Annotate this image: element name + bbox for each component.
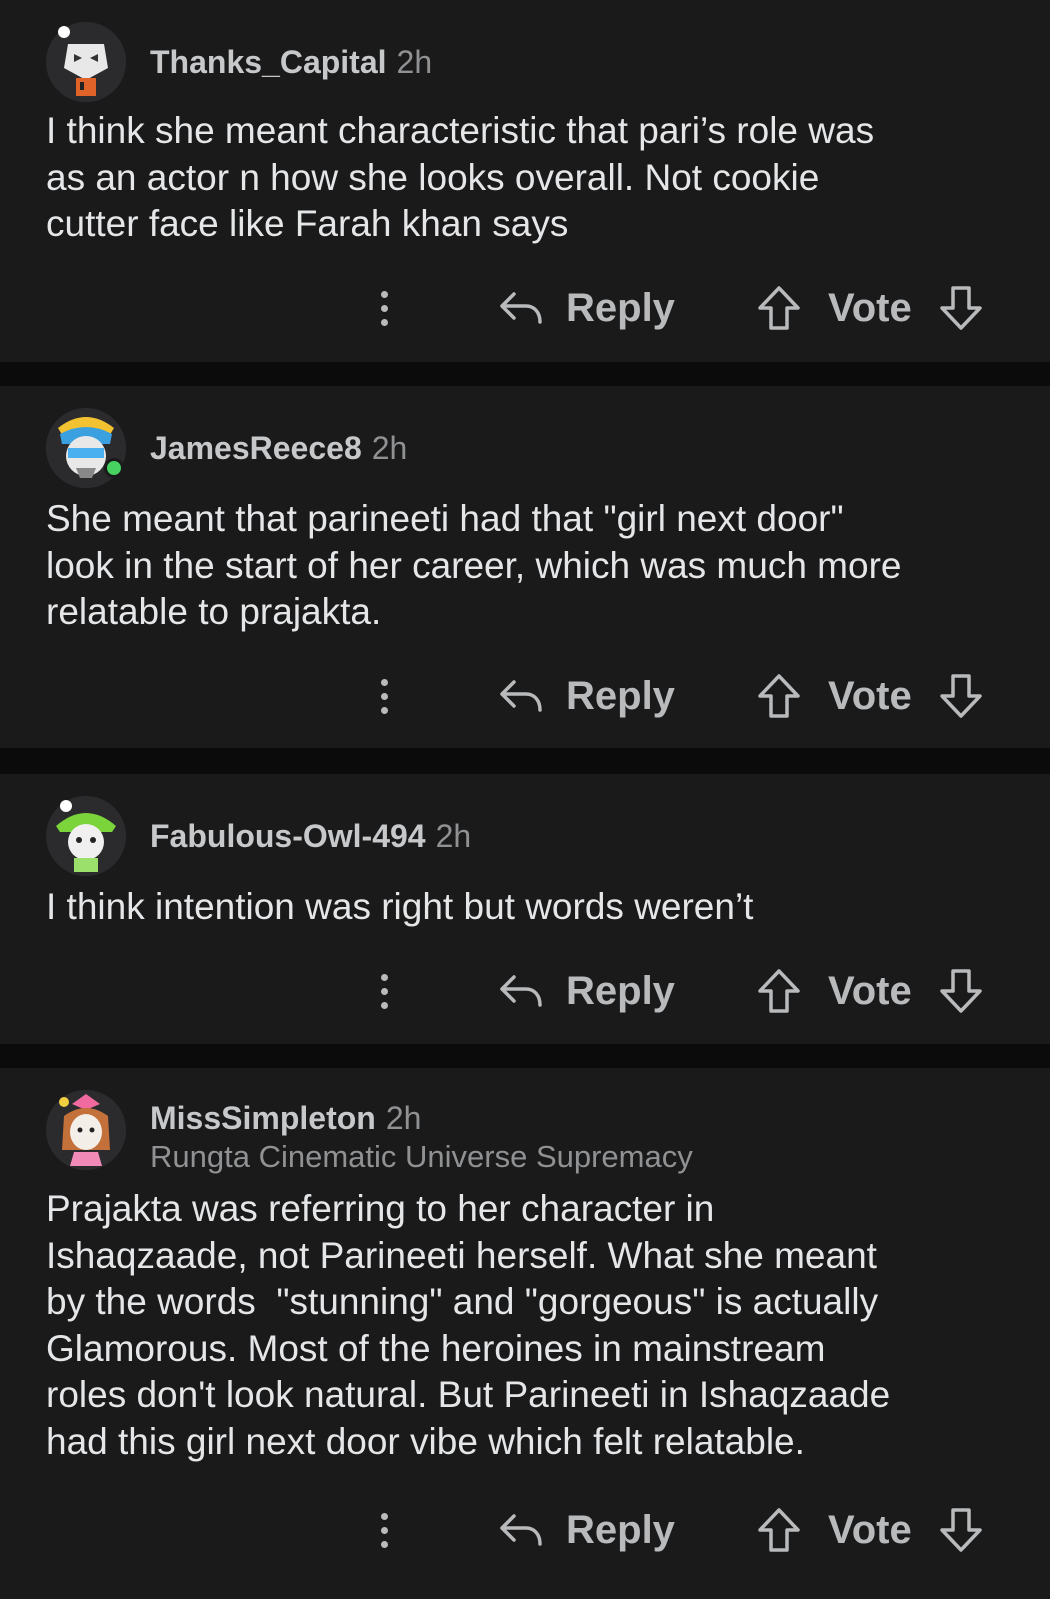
downvote-button[interactable] [938,967,984,1015]
reply-button[interactable]: Reply [498,666,675,726]
downvote-arrow-icon [939,969,982,1013]
comment-actions: Reply Vote [0,1500,1050,1560]
more-options-button[interactable] [366,278,402,338]
comment-actions: Reply Vote [0,278,1050,338]
username[interactable]: Thanks_Capital [150,44,387,80]
vote-group: Vote [756,1500,984,1560]
downvote-button[interactable] [938,672,984,720]
upvote-button[interactable] [756,967,802,1015]
comment-card: JamesReece8 2h She meant that parineeti h… [0,386,1050,748]
reply-label: Reply [566,1507,675,1552]
upvote-arrow-icon [758,286,800,330]
downvote-arrow-icon [939,1508,982,1552]
more-options-icon [380,678,388,686]
reply-arrow-icon [500,975,542,1007]
more-options-button[interactable] [366,666,402,726]
vote-group: Vote [756,278,984,338]
more-options-button[interactable] [366,1500,402,1560]
reply-button[interactable]: Reply [498,961,675,1021]
vote-count: Vote [828,968,912,1013]
more-options-icon [380,973,388,981]
comment-actions: Reply Vote [0,961,1050,1021]
comment-body: She meant that parineeti had that "girl … [46,498,902,632]
comment-card: MissSimpleton 2h Rungta Cinematic Univers… [0,1068,1050,1599]
reply-arrow-icon [500,1514,542,1546]
reply-arrow-icon [500,292,542,324]
reply-button[interactable]: Reply [498,278,675,338]
upvote-arrow-icon [758,969,800,1013]
timestamp: 2h [435,818,472,854]
timestamp: 2h [396,44,433,80]
reply-label: Reply [566,673,675,718]
upvote-arrow-icon [758,674,800,718]
avatar-image [46,1090,126,1170]
reply-arrow-icon [500,680,542,712]
more-options-icon [380,1512,388,1520]
downvote-arrow-icon [939,674,982,718]
username[interactable]: MissSimpleton [150,1100,376,1136]
comment-body: Prajakta was referring to her character … [46,1188,891,1462]
comment-body: I think intention was right but words we… [46,886,754,927]
upvote-button[interactable] [756,672,802,720]
more-options-icon [380,290,388,298]
comment-header: Fabulous-Owl-494 2h [46,796,471,876]
user-avatar[interactable] [46,796,126,876]
timestamp: 2h [385,1100,422,1136]
comment-card: Fabulous-Owl-494 2h I think intention was… [0,774,1050,1044]
avatar-image [46,22,126,102]
reply-label: Reply [566,285,675,330]
vote-count: Vote [828,1507,912,1552]
comment-body: I think she meant characteristic that pa… [46,110,875,244]
downvote-button[interactable] [938,284,984,332]
username[interactable]: Fabulous-Owl-494 [150,818,426,854]
avatar-image [46,796,126,876]
downvote-button[interactable] [938,1506,984,1554]
downvote-arrow-icon [939,286,982,330]
upvote-button[interactable] [756,284,802,332]
username[interactable]: JamesReece8 [150,430,362,466]
upvote-arrow-icon [758,1508,800,1552]
user-flair: Rungta Cinematic Universe Supremacy [150,1139,693,1174]
vote-count: Vote [828,673,912,718]
comment-header: MissSimpleton 2h Rungta Cinematic Univers… [46,1090,693,1176]
vote-group: Vote [756,961,984,1021]
more-options-button[interactable] [366,961,402,1021]
comment-card: Thanks_Capital 2h I think she meant chara… [0,0,1050,362]
user-avatar[interactable] [46,1090,126,1170]
reply-button[interactable]: Reply [498,1500,675,1560]
vote-count: Vote [828,285,912,330]
comment-header: JamesReece8 2h [46,408,407,488]
comment-actions: Reply Vote [0,666,1050,726]
vote-group: Vote [756,666,984,726]
reply-label: Reply [566,968,675,1013]
timestamp: 2h [371,430,408,466]
user-avatar[interactable] [46,408,126,488]
comment-header: Thanks_Capital 2h [46,22,432,102]
online-status-dot [104,458,124,478]
upvote-button[interactable] [756,1506,802,1554]
user-avatar[interactable] [46,22,126,102]
